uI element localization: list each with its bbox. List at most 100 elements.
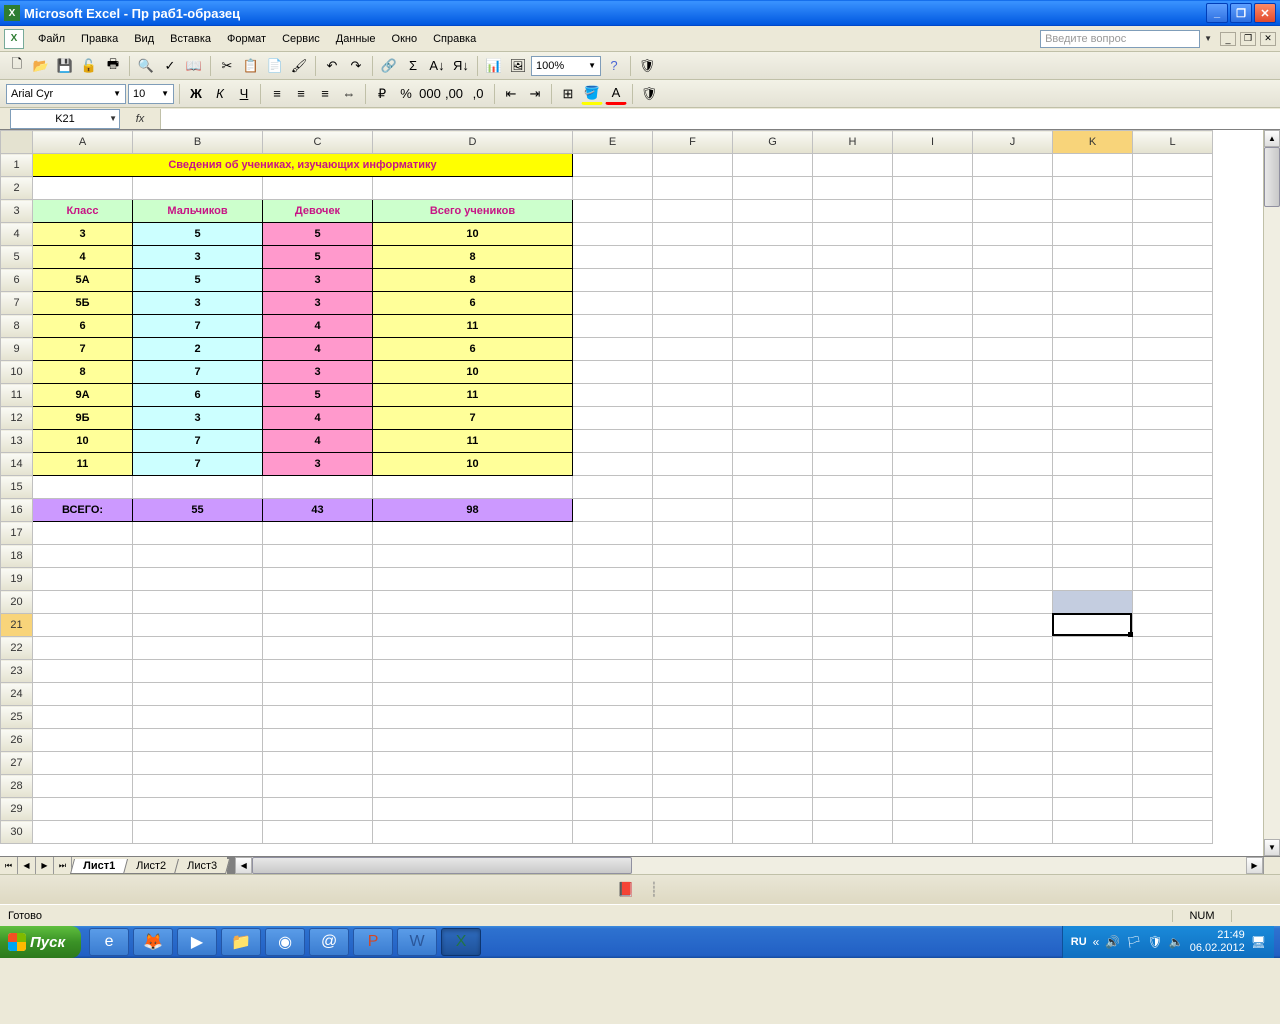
cell-K7[interactable] bbox=[1053, 292, 1133, 315]
cell-C8[interactable]: 4 bbox=[263, 315, 373, 338]
row-header-4[interactable]: 4 bbox=[1, 223, 33, 246]
cell-A13[interactable]: 10 bbox=[33, 430, 133, 453]
cell-H15[interactable] bbox=[813, 476, 893, 499]
cell-G9[interactable] bbox=[733, 338, 813, 361]
security-icon[interactable]: 🛡 bbox=[636, 55, 658, 77]
row-header-23[interactable]: 23 bbox=[1, 660, 33, 683]
cell-A2[interactable] bbox=[33, 177, 133, 200]
cell-K16[interactable] bbox=[1053, 499, 1133, 522]
cell-G12[interactable] bbox=[733, 407, 813, 430]
cell-H5[interactable] bbox=[813, 246, 893, 269]
cell-G19[interactable] bbox=[733, 568, 813, 591]
row-header-16[interactable]: 16 bbox=[1, 499, 33, 522]
cell-E1[interactable] bbox=[573, 154, 653, 177]
taskbar-excel-icon[interactable]: X bbox=[441, 928, 481, 956]
cell-D8[interactable]: 11 bbox=[373, 315, 573, 338]
cell-A8[interactable]: 6 bbox=[33, 315, 133, 338]
cell-C22[interactable] bbox=[263, 637, 373, 660]
cell-B9[interactable]: 2 bbox=[133, 338, 263, 361]
taskbar-powerpoint-icon[interactable]: P bbox=[353, 928, 393, 956]
cell-F24[interactable] bbox=[653, 683, 733, 706]
cell-L21[interactable] bbox=[1133, 614, 1213, 637]
decrease-indent-icon[interactable]: ⇤ bbox=[500, 83, 522, 105]
cell-H1[interactable] bbox=[813, 154, 893, 177]
fx-icon[interactable]: fx bbox=[120, 113, 160, 125]
row-header-5[interactable]: 5 bbox=[1, 246, 33, 269]
cell-B2[interactable] bbox=[133, 177, 263, 200]
cell-G30[interactable] bbox=[733, 821, 813, 844]
col-header-I[interactable]: I bbox=[893, 131, 973, 154]
cell-C29[interactable] bbox=[263, 798, 373, 821]
cell-J24[interactable] bbox=[973, 683, 1053, 706]
cell-B27[interactable] bbox=[133, 752, 263, 775]
cell-J12[interactable] bbox=[973, 407, 1053, 430]
tray-flag-icon[interactable]: 🏳 bbox=[1126, 935, 1141, 949]
tray-volume-icon[interactable]: 🔈 bbox=[1169, 935, 1184, 949]
taskbar-mail-icon[interactable]: @ bbox=[309, 928, 349, 956]
col-header-J[interactable]: J bbox=[973, 131, 1053, 154]
col-header-B[interactable]: B bbox=[133, 131, 263, 154]
horizontal-scrollbar[interactable]: ◀ ▶ bbox=[233, 857, 1263, 874]
merge-center-icon[interactable]: ⇔ bbox=[338, 83, 360, 105]
cell-D26[interactable] bbox=[373, 729, 573, 752]
cell-G17[interactable] bbox=[733, 522, 813, 545]
cell-F27[interactable] bbox=[653, 752, 733, 775]
cell-F18[interactable] bbox=[653, 545, 733, 568]
row-header-1[interactable]: 1 bbox=[1, 154, 33, 177]
cell-F8[interactable] bbox=[653, 315, 733, 338]
row-header-14[interactable]: 14 bbox=[1, 453, 33, 476]
cell-A18[interactable] bbox=[33, 545, 133, 568]
sheet-tab-3[interactable]: Лист3 bbox=[174, 859, 230, 874]
cell-F23[interactable] bbox=[653, 660, 733, 683]
cell-B21[interactable] bbox=[133, 614, 263, 637]
cell-J20[interactable] bbox=[973, 591, 1053, 614]
cell-A5[interactable]: 4 bbox=[33, 246, 133, 269]
cell-A6[interactable]: 5А bbox=[33, 269, 133, 292]
cell-C18[interactable] bbox=[263, 545, 373, 568]
sheet-tab-1[interactable]: Лист1 bbox=[70, 859, 128, 874]
close-button[interactable]: ✕ bbox=[1254, 3, 1276, 23]
cell-D9[interactable]: 6 bbox=[373, 338, 573, 361]
row-header-22[interactable]: 22 bbox=[1, 637, 33, 660]
cell-E24[interactable] bbox=[573, 683, 653, 706]
cell-B30[interactable] bbox=[133, 821, 263, 844]
cell-K14[interactable] bbox=[1053, 453, 1133, 476]
cell-K21[interactable] bbox=[1053, 614, 1133, 637]
cell-C19[interactable] bbox=[263, 568, 373, 591]
cell-B25[interactable] bbox=[133, 706, 263, 729]
cell-J4[interactable] bbox=[973, 223, 1053, 246]
cell-F9[interactable] bbox=[653, 338, 733, 361]
cell-G26[interactable] bbox=[733, 729, 813, 752]
cell-F3[interactable] bbox=[653, 200, 733, 223]
cell-J9[interactable] bbox=[973, 338, 1053, 361]
cell-E15[interactable] bbox=[573, 476, 653, 499]
cell-I14[interactable] bbox=[893, 453, 973, 476]
cell-G8[interactable] bbox=[733, 315, 813, 338]
tray-desktop-icon[interactable]: 🖥 bbox=[1251, 935, 1266, 949]
cell-H12[interactable] bbox=[813, 407, 893, 430]
cell-A11[interactable]: 9А bbox=[33, 384, 133, 407]
cell-C10[interactable]: 3 bbox=[263, 361, 373, 384]
cell-L8[interactable] bbox=[1133, 315, 1213, 338]
cell-I12[interactable] bbox=[893, 407, 973, 430]
cell-C30[interactable] bbox=[263, 821, 373, 844]
cell-D2[interactable] bbox=[373, 177, 573, 200]
cell-E22[interactable] bbox=[573, 637, 653, 660]
cell-D20[interactable] bbox=[373, 591, 573, 614]
cell-B4[interactable]: 5 bbox=[133, 223, 263, 246]
cell-A12[interactable]: 9Б bbox=[33, 407, 133, 430]
help-question-input[interactable]: Введите вопрос bbox=[1040, 30, 1200, 48]
align-center-icon[interactable]: ≡ bbox=[290, 83, 312, 105]
cell-I26[interactable] bbox=[893, 729, 973, 752]
cell-H26[interactable] bbox=[813, 729, 893, 752]
cell-D7[interactable]: 6 bbox=[373, 292, 573, 315]
cell-L16[interactable] bbox=[1133, 499, 1213, 522]
cell-A23[interactable] bbox=[33, 660, 133, 683]
cell-A24[interactable] bbox=[33, 683, 133, 706]
cell-E5[interactable] bbox=[573, 246, 653, 269]
cell-A30[interactable] bbox=[33, 821, 133, 844]
cell-J23[interactable] bbox=[973, 660, 1053, 683]
cell-L25[interactable] bbox=[1133, 706, 1213, 729]
doc-minimize-button[interactable]: _ bbox=[1220, 32, 1236, 46]
underline-icon[interactable]: Ч bbox=[233, 83, 255, 105]
